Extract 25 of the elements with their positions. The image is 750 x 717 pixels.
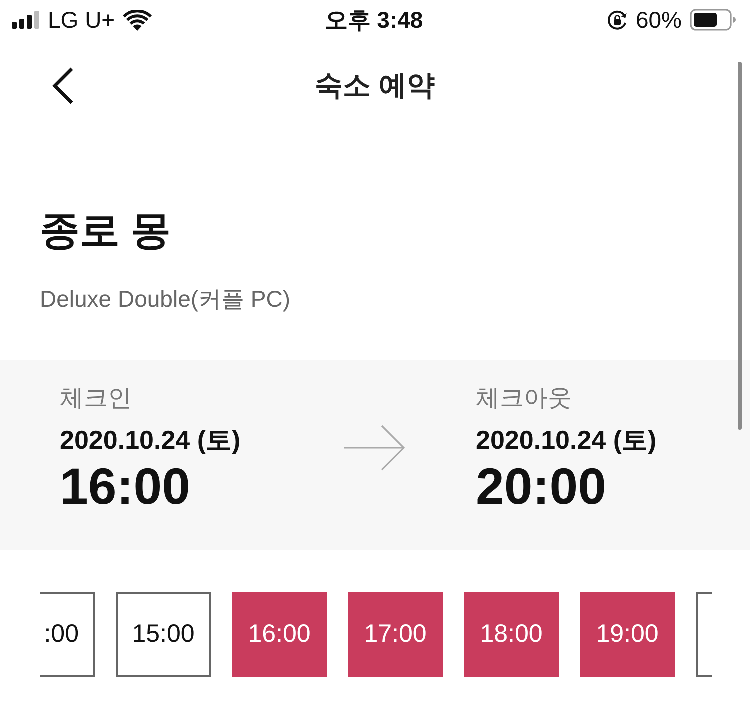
rotation-lock-icon [606,10,628,30]
stay-label: 체크아웃 [476,384,573,414]
time-slot-button[interactable]: 15:00 [116,592,211,677]
stay-time: 16:00 [60,458,192,516]
time-slot-button[interactable]: 18:00 [464,592,559,677]
room-type: Deluxe Double(커플 PC) [40,285,292,314]
status-time: 오후 3:48 [324,6,424,34]
battery-percent: 60% [636,6,682,34]
stay-time: 20:00 [476,458,608,516]
wifi-icon [123,10,152,30]
signal-icon [12,11,40,29]
stay-date: 2020.10.24 (토) [476,424,658,456]
page-title: 숙소 예약 [314,69,436,103]
time-slot-button[interactable] [696,592,712,677]
battery-icon [690,9,736,31]
time-slot-button[interactable]: 17:00 [348,592,443,677]
stay-label: 체크인 [60,384,133,414]
time-slot-button[interactable]: 16:00 [232,592,327,677]
carrier-name: LG U+ [48,6,116,34]
stay-date: 2020.10.24 (토) [60,424,242,456]
arrow-icon [344,425,406,471]
time-slot-button[interactable]: :00 [40,592,95,677]
time-slot-button[interactable]: 19:00 [580,592,675,677]
property-name: 종로 몽 [40,208,172,255]
back-icon [51,67,75,105]
